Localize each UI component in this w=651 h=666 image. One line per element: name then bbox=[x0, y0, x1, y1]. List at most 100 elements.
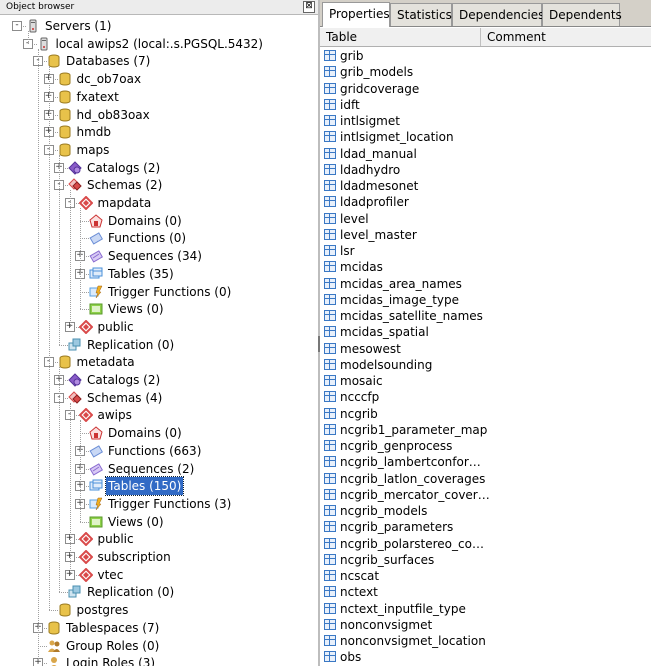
table-icon bbox=[324, 310, 336, 321]
tree-node-label[interactable]: Views (0) bbox=[106, 300, 166, 318]
tree-guide-line bbox=[38, 48, 39, 664]
object-browser-title: Object browser ⊠ bbox=[0, 0, 318, 15]
tree-node-label[interactable]: Schemas (4) bbox=[85, 389, 164, 407]
close-icon[interactable]: ⊠ bbox=[303, 1, 315, 13]
tree-node-label[interactable]: public bbox=[96, 530, 136, 548]
table-icon bbox=[324, 228, 336, 240]
tree-guide-line bbox=[80, 420, 81, 522]
table-icon bbox=[324, 342, 336, 354]
tree-guide-line bbox=[59, 154, 60, 345]
tab-dependents[interactable]: Dependents bbox=[542, 3, 622, 26]
table-name: ncgrib_mercator_cover… bbox=[340, 487, 490, 502]
table-name: mcidas_spatial bbox=[340, 325, 429, 340]
column-header-comment[interactable]: Comment bbox=[481, 28, 651, 46]
tree-node-label[interactable]: public bbox=[96, 318, 136, 336]
tree-connector bbox=[80, 309, 89, 311]
tree-node-label[interactable]: Databases (7) bbox=[64, 52, 152, 70]
table-name: mcidas_area_names bbox=[340, 276, 462, 291]
tree-node-label[interactable]: Group Roles (0) bbox=[64, 637, 161, 655]
tree-node[interactable]: + Login Roles (3) bbox=[0, 654, 318, 666]
tree-node-label[interactable]: Login Roles (3) bbox=[64, 654, 157, 666]
tree-node-label[interactable]: Tables (150) bbox=[104, 476, 185, 497]
tree-node[interactable]: + Tablespaces (7) bbox=[0, 619, 318, 637]
tree-node-label[interactable]: Sequences (2) bbox=[106, 460, 196, 478]
schema-icon bbox=[78, 567, 93, 583]
table-name: ncgrib_parameters bbox=[340, 520, 454, 535]
tree-node-label[interactable]: local awips2 (local:.s.PGSQL.5432) bbox=[54, 35, 265, 53]
table-icon bbox=[324, 245, 336, 256]
table-icon bbox=[324, 407, 336, 419]
table-icon bbox=[324, 131, 336, 143]
tables-icon bbox=[89, 479, 103, 493]
database-icon bbox=[58, 603, 72, 617]
table-icon bbox=[324, 196, 336, 208]
tree-node-label[interactable]: postgres bbox=[75, 601, 131, 619]
table-name: level bbox=[340, 211, 369, 226]
catalogs-icon bbox=[68, 373, 82, 387]
table-name: modelsounding bbox=[340, 357, 433, 372]
table-icon bbox=[324, 115, 336, 126]
table-icon bbox=[324, 375, 336, 386]
tree-node-label[interactable]: awips bbox=[96, 406, 134, 424]
sequences-icon bbox=[89, 249, 104, 263]
tree-node-label[interactable]: Domains (0) bbox=[106, 212, 184, 230]
table-icon bbox=[324, 456, 336, 468]
tree-node-label[interactable]: vtec bbox=[96, 566, 126, 584]
tree-node-label[interactable]: Schemas (2) bbox=[85, 176, 164, 194]
table-name: nonconvsigmet_location bbox=[340, 634, 486, 648]
tree-node-label[interactable]: Trigger Functions (0) bbox=[106, 283, 233, 301]
tree-node-label[interactable]: dc_ob7oax bbox=[75, 70, 144, 88]
table-name: intlsigmet_location bbox=[340, 130, 454, 145]
tree-node-label[interactable]: maps bbox=[75, 141, 112, 159]
table-name: lsr bbox=[340, 244, 355, 258]
tree-node-label[interactable]: Tablespaces (7) bbox=[64, 619, 161, 637]
table-name: ldad_manual bbox=[340, 146, 417, 161]
table-name: ncgrib_models bbox=[340, 504, 428, 518]
table-list: grib grib_models gridcoverage idft intlsigme… bbox=[320, 48, 651, 666]
tree-node-label[interactable]: Functions (663) bbox=[106, 442, 203, 460]
object-tree: - Servers (1) - local awips2 (local:.s.PGSQ… bbox=[0, 16, 318, 666]
tree-node-label[interactable]: Sequences (34) bbox=[106, 247, 204, 265]
tree-node-label[interactable]: Catalogs (2) bbox=[85, 159, 162, 177]
table-icon bbox=[324, 618, 336, 630]
tree-node-label[interactable]: Views (0) bbox=[106, 513, 166, 531]
table-name: intlsigmet bbox=[340, 114, 400, 128]
tree-node-label[interactable]: Replication (0) bbox=[85, 336, 176, 354]
tree-node-label[interactable]: hd_ob83oax bbox=[75, 106, 152, 124]
tree-node-label[interactable]: Replication (0) bbox=[85, 583, 176, 601]
table-name: ncgrib_lambertconfor… bbox=[340, 455, 481, 470]
tab-properties[interactable]: Properties bbox=[322, 2, 390, 27]
table-icon bbox=[324, 440, 336, 451]
tree-node[interactable]: - local awips2 (local:.s.PGSQL.5432) bbox=[0, 35, 318, 53]
table-icon bbox=[324, 212, 336, 224]
table-icon bbox=[324, 537, 336, 549]
collapse-icon[interactable]: - bbox=[12, 21, 22, 31]
tree-node-label[interactable]: metadata bbox=[75, 353, 137, 371]
table-icon bbox=[324, 163, 336, 175]
tree-node-label[interactable]: Functions (0) bbox=[106, 229, 188, 247]
tree-node-label[interactable]: Servers (1) bbox=[43, 17, 113, 35]
tree-node-label[interactable]: Catalogs (2) bbox=[85, 371, 162, 389]
table-icon bbox=[324, 293, 336, 305]
table-icon bbox=[324, 358, 336, 370]
table-icon bbox=[324, 423, 336, 435]
group-roles-icon bbox=[47, 639, 61, 653]
tree-node-label[interactable]: fxatext bbox=[75, 88, 121, 106]
tree-node[interactable]: Group Roles (0) bbox=[0, 637, 318, 655]
table-icon bbox=[324, 261, 336, 273]
tab-dependencies[interactable]: Dependencies bbox=[452, 3, 544, 26]
tree-node-label[interactable]: subscription bbox=[96, 548, 173, 566]
tables-icon bbox=[89, 267, 103, 281]
tree-node-label[interactable]: mapdata bbox=[96, 194, 154, 212]
tree-node-label[interactable]: hmdb bbox=[75, 123, 114, 141]
tree-node-label[interactable]: Domains (0) bbox=[106, 424, 184, 442]
tree-node[interactable]: - Servers (1) bbox=[0, 17, 318, 35]
tree-guide-line bbox=[59, 367, 60, 593]
tree-node-label[interactable]: Tables (35) bbox=[106, 265, 176, 283]
column-header-table[interactable]: Table bbox=[320, 28, 481, 46]
table-icon bbox=[324, 147, 336, 159]
tree-guide-line bbox=[69, 402, 71, 575]
tree-node-label[interactable]: Trigger Functions (3) bbox=[106, 495, 233, 513]
tab-statistics[interactable]: Statistics bbox=[390, 3, 452, 26]
tablespaces-icon bbox=[47, 621, 61, 635]
